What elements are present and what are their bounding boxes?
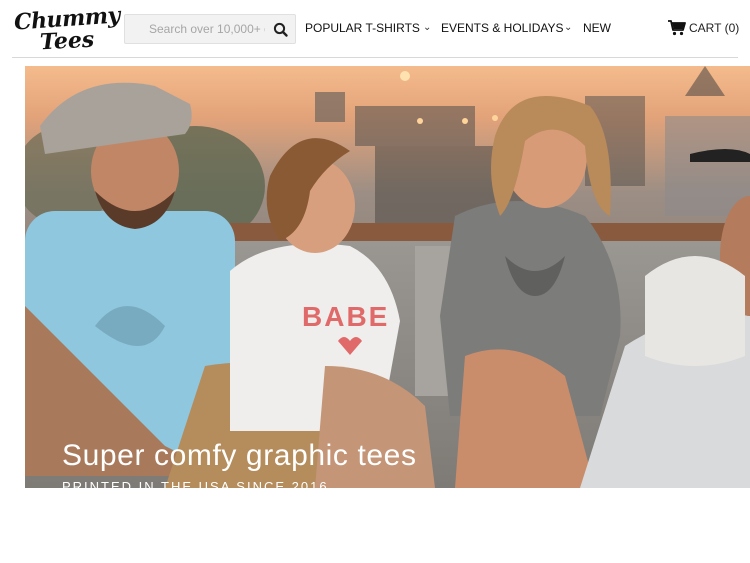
nav-label: EVENTS & HOLIDAYS xyxy=(441,21,564,35)
search-box xyxy=(124,14,296,44)
hero-banner[interactable]: BABE xyxy=(25,66,750,488)
nav-label: NEW xyxy=(583,21,611,35)
logo[interactable]: Chummy Tees xyxy=(12,2,120,56)
search-input[interactable] xyxy=(125,15,265,43)
nav-label: POPULAR T-SHIRTS xyxy=(305,21,420,35)
hero-image: BABE xyxy=(25,66,750,488)
nav-new[interactable]: NEW xyxy=(583,21,611,35)
header-divider xyxy=(12,57,738,58)
cart-text: CART xyxy=(689,21,722,35)
nav-events-holidays[interactable]: EVENTS & HOLIDAYS ⌄ xyxy=(441,21,572,35)
hero-subline: PRINTED IN THE USA SINCE 2016 xyxy=(62,479,329,488)
hero-headline: Super comfy graphic tees xyxy=(62,439,417,472)
shirt-print-text: BABE xyxy=(302,301,389,332)
logo-line-2: Tees xyxy=(39,26,95,56)
search-icon xyxy=(273,22,288,37)
cart-count: (0) xyxy=(724,21,740,35)
search-button[interactable] xyxy=(271,20,291,40)
chevron-down-icon: ⌄ xyxy=(423,22,432,33)
chevron-down-icon: ⌄ xyxy=(564,22,573,33)
site-header: Chummy Tees POPULAR T-SHIRTS ⌄ EVENTS & … xyxy=(0,0,750,58)
cart-icon xyxy=(668,20,686,36)
cart-label: CART (0) xyxy=(689,21,739,35)
nav-popular-tshirts[interactable]: POPULAR T-SHIRTS ⌄ xyxy=(305,21,431,35)
